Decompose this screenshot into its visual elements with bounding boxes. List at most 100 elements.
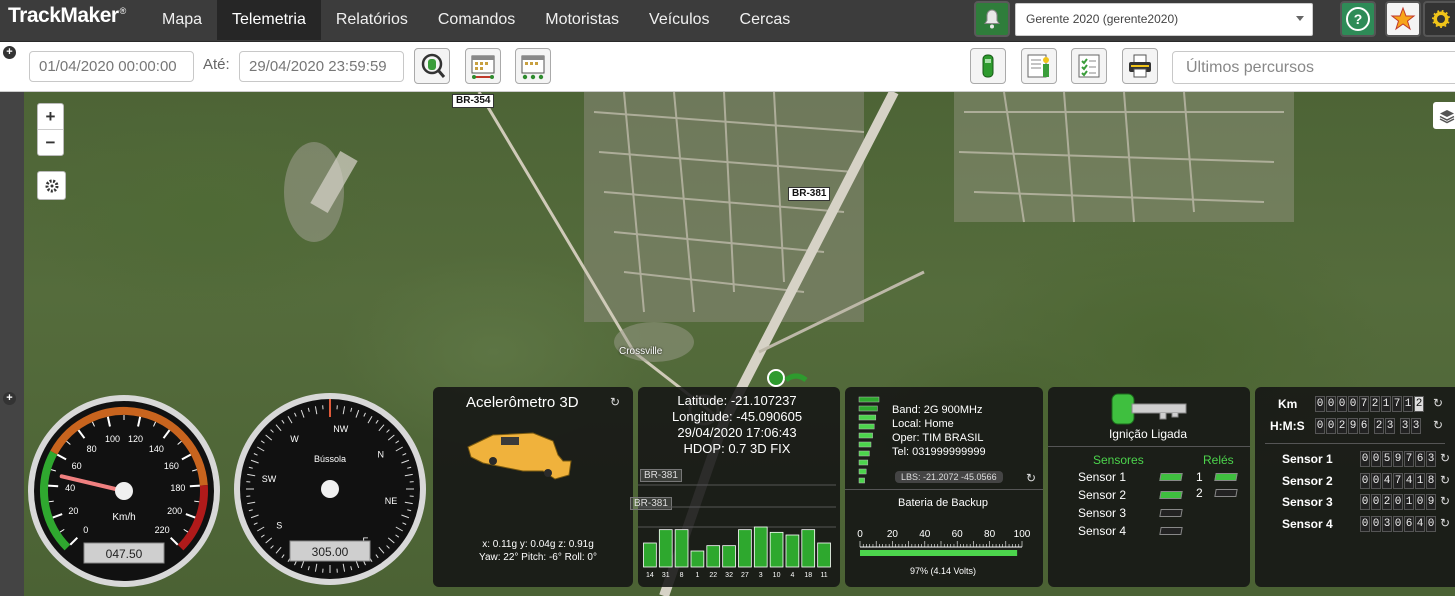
search-vehicle-button[interactable] [414, 48, 450, 84]
nav-telemetria[interactable]: Telemetria [217, 0, 321, 40]
gsm-band: Band: 2G 900MHz [892, 404, 983, 416]
report-info-button[interactable] [1021, 48, 1057, 84]
refresh-icon[interactable]: ↻ [1440, 516, 1450, 530]
speed-tick-label: 60 [72, 461, 82, 471]
refresh-icon[interactable]: ↻ [1433, 418, 1443, 432]
counter-digit: 3 [1426, 451, 1436, 467]
sensors-header: Sensores [1093, 453, 1144, 467]
counter-digit: 1 [1403, 396, 1413, 412]
satellite-id-label: 14 [646, 572, 654, 579]
calendar-route-button[interactable] [465, 48, 501, 84]
print-button[interactable] [1122, 48, 1158, 84]
speed-tick-label: 120 [128, 434, 143, 444]
favorites-button[interactable] [1385, 1, 1421, 37]
refresh-icon[interactable]: ↻ [610, 395, 620, 409]
help-button[interactable]: ? [1340, 1, 1376, 37]
recent-routes-select[interactable]: Últimos percursos [1172, 51, 1455, 84]
user-select[interactable]: Gerente 2020 (gerente2020) [1015, 3, 1313, 36]
satellite-id-label: 1 [695, 572, 699, 579]
brand-logo[interactable]: TrackMaker® [8, 4, 126, 28]
speed-tick-label: 180 [170, 483, 185, 493]
sensor-4-label: Sensor 4 [1078, 524, 1127, 538]
speed-tick-label: 200 [167, 506, 182, 516]
sensor-counter: 0030640 [1360, 515, 1437, 532]
expand-panel-icon[interactable]: + [3, 392, 16, 405]
sensor-counter: 0020109 [1360, 493, 1437, 510]
nav-mapa[interactable]: Mapa [147, 0, 217, 40]
nav-cercas[interactable]: Cercas [725, 0, 806, 40]
counter-digit: 0 [1393, 515, 1403, 532]
counter-digit: 0 [1360, 451, 1370, 467]
compass-direction-label: NE [385, 496, 398, 506]
counter-digit: 0 [1360, 515, 1370, 532]
nav-veiculos[interactable]: Veículos [634, 0, 724, 40]
battery-scale-label: 0 [857, 529, 863, 540]
gsm-oper: Oper: TIM BRASIL [892, 432, 984, 444]
satellite-id-label: 22 [709, 572, 717, 579]
counter-digit: 3 [1382, 515, 1392, 532]
speed-tick-label: 20 [68, 506, 78, 516]
sensor-led [1159, 491, 1183, 499]
refresh-icon[interactable]: ↻ [1440, 494, 1450, 508]
counter-digit: 1 [1404, 494, 1414, 510]
notifications-button[interactable] [974, 1, 1010, 37]
gsm-panel: Band: 2G 900MHz Local: Home Oper: TIM BR… [845, 387, 1043, 587]
counter-digit: 8 [1426, 472, 1436, 489]
relay-2-label: 2 [1196, 486, 1203, 500]
refresh-icon[interactable]: ↻ [1026, 471, 1036, 485]
battery-fill [860, 550, 1018, 556]
counter-digit: 5 [1382, 451, 1392, 467]
calendar-stops-button[interactable] [515, 48, 551, 84]
checklist-button[interactable] [1071, 48, 1107, 84]
calendar-stops-icon [521, 55, 545, 80]
settings-button[interactable] [1423, 1, 1455, 37]
map-settings-button[interactable] [37, 171, 66, 200]
compass-direction-label: S [276, 521, 282, 531]
battery-scale-label: 60 [952, 529, 964, 540]
ate-label: Até: [203, 56, 230, 73]
accelerometer-values: x: 0.11g y: 0.04g z: 0.91g Yaw: 22° Pitc… [463, 538, 613, 564]
nav-comandos[interactable]: Comandos [423, 0, 530, 40]
counter-digit: 0 [1337, 396, 1347, 412]
accelerometer-title: Acelerômetro 3D [466, 394, 579, 411]
gps-datetime: 29/04/2020 17:06:43 [677, 425, 797, 440]
top-navbar: TrackMaker® Mapa Telemetria Relatórios C… [0, 0, 1455, 42]
counter-digit: 4 [1415, 515, 1425, 532]
layers-button[interactable] [1433, 102, 1455, 129]
refresh-icon[interactable]: ↻ [1440, 451, 1450, 465]
counter-digit: 0 [1371, 472, 1381, 489]
counter-digit: 7 [1404, 451, 1414, 467]
counter-digit: 6 [1359, 418, 1369, 434]
satellite-bar [738, 529, 752, 568]
counter-digit: 0 [1326, 396, 1336, 412]
gear-icon [45, 179, 58, 192]
signal-bar [858, 477, 865, 484]
counter-digit: 2 [1370, 396, 1380, 412]
speed-tick-label: 140 [149, 444, 164, 454]
satellite-id-label: 18 [804, 572, 812, 579]
date-from-input[interactable]: 01/04/2020 00:00:00 [29, 51, 194, 82]
compass-label: Bússola [314, 454, 346, 464]
speed-tick-label: 100 [105, 434, 120, 444]
search-car-icon [421, 53, 446, 78]
vehicle-3d-icon [467, 432, 572, 480]
expand-icon[interactable]: + [3, 46, 16, 59]
km-counter: 0000721712 [1315, 395, 1425, 412]
counter-digit: 0 [1393, 494, 1403, 510]
counter-digit: 3 [1411, 418, 1421, 434]
nav-motoristas[interactable]: Motoristas [530, 0, 634, 40]
date-to-input[interactable]: 29/04/2020 23:59:59 [239, 51, 404, 82]
nav-relatorios[interactable]: Relatórios [321, 0, 423, 40]
satellite-bar [706, 545, 721, 568]
refresh-icon[interactable]: ↻ [1440, 473, 1450, 487]
signal-bar [858, 423, 875, 430]
counter-digit: 7 [1392, 396, 1402, 412]
battery-scale-label: 80 [984, 529, 996, 540]
zoom-out-button[interactable]: − [38, 130, 63, 156]
compass-value: 305.00 [312, 545, 349, 559]
vehicle-button[interactable] [970, 48, 1006, 84]
refresh-icon[interactable]: ↻ [1433, 396, 1443, 410]
counter-digit: 0 [1326, 418, 1336, 434]
zoom-in-button[interactable]: + [38, 104, 63, 130]
speed-tick [189, 484, 200, 488]
